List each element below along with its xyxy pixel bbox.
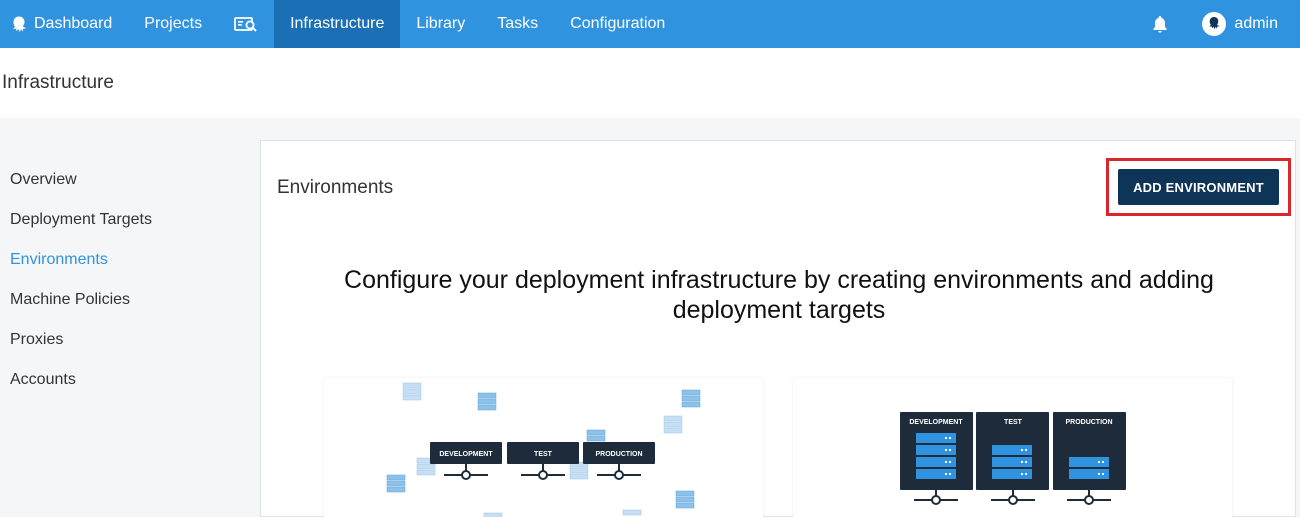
hero-text: Configure your deployment infrastructure…: [261, 265, 1297, 325]
hero-line-1: Configure your deployment infrastructure…: [344, 266, 1214, 294]
octopus-logo-icon: [10, 15, 28, 33]
nav-infrastructure[interactable]: Infrastructure: [274, 0, 401, 48]
add-button-highlight: ADD ENVIRONMENT: [1106, 158, 1291, 216]
nav-tasks[interactable]: Tasks: [481, 0, 554, 48]
sidebar: Overview Deployment Targets Environments…: [0, 160, 250, 400]
environment-columns-illustration: DEVELOPMENT TEST PRODUCTION: [900, 412, 1126, 505]
sidebar-item-deployment-targets[interactable]: Deployment Targets: [0, 200, 250, 240]
hero-line-2: deployment targets: [672, 296, 886, 324]
user-name: admin: [1234, 15, 1278, 32]
top-nav: Dashboard Projects Infrastructure Librar…: [0, 0, 1300, 48]
nav-configuration[interactable]: Configuration: [554, 0, 681, 48]
illustration-left-label-test: TEST: [534, 451, 553, 458]
nav-right: admin: [1150, 0, 1300, 48]
nav-tasks-label: Tasks: [497, 15, 539, 32]
nav-library[interactable]: Library: [400, 0, 481, 48]
avatar-icon: [1202, 12, 1227, 36]
sidebar-item-environments[interactable]: Environments: [0, 240, 250, 280]
card-title: Environments: [277, 177, 394, 198]
nav-search[interactable]: [218, 0, 274, 48]
sidebar-item-machine-policies[interactable]: Machine Policies: [0, 280, 250, 320]
nav-projects[interactable]: Projects: [128, 0, 218, 48]
illustration-right-label-test: TEST: [1004, 419, 1023, 426]
illustration-right-label-production: PRODUCTION: [1065, 419, 1112, 426]
nav-dashboard[interactable]: Dashboard: [0, 0, 128, 48]
bell-icon[interactable]: [1150, 14, 1170, 34]
nav-library-label: Library: [416, 15, 466, 32]
scattered-servers-illustration: DEVELOPMENT TEST PRODUCTION: [386, 382, 701, 517]
sidebar-item-overview[interactable]: Overview: [0, 160, 250, 200]
page-header: Infrastructure: [0, 48, 1300, 118]
page-title: Infrastructure: [2, 72, 114, 93]
add-environment-button[interactable]: ADD ENVIRONMENT: [1118, 169, 1279, 205]
illustration-right-label-development: DEVELOPMENT: [909, 419, 963, 426]
sidebar-item-accounts[interactable]: Accounts: [0, 360, 250, 400]
illustration-environment-columns: DEVELOPMENT TEST PRODUCTION: [793, 378, 1232, 517]
nav-infrastructure-label: Infrastructure: [290, 15, 385, 32]
search-icon: [234, 15, 258, 33]
sidebar-item-proxies[interactable]: Proxies: [0, 320, 250, 360]
illustration-left-label-development: DEVELOPMENT: [439, 451, 493, 458]
nav-projects-label: Projects: [144, 15, 203, 32]
environments-card: Environments ADD ENVIRONMENT Configure y…: [260, 140, 1296, 517]
user-menu[interactable]: admin: [1202, 12, 1278, 36]
nav-dashboard-label: Dashboard: [34, 15, 113, 32]
nav-configuration-label: Configuration: [570, 15, 666, 32]
illustration-left-label-production: PRODUCTION: [595, 451, 642, 458]
illustration-scattered-servers: DEVELOPMENT TEST PRODUCTION: [324, 378, 763, 517]
